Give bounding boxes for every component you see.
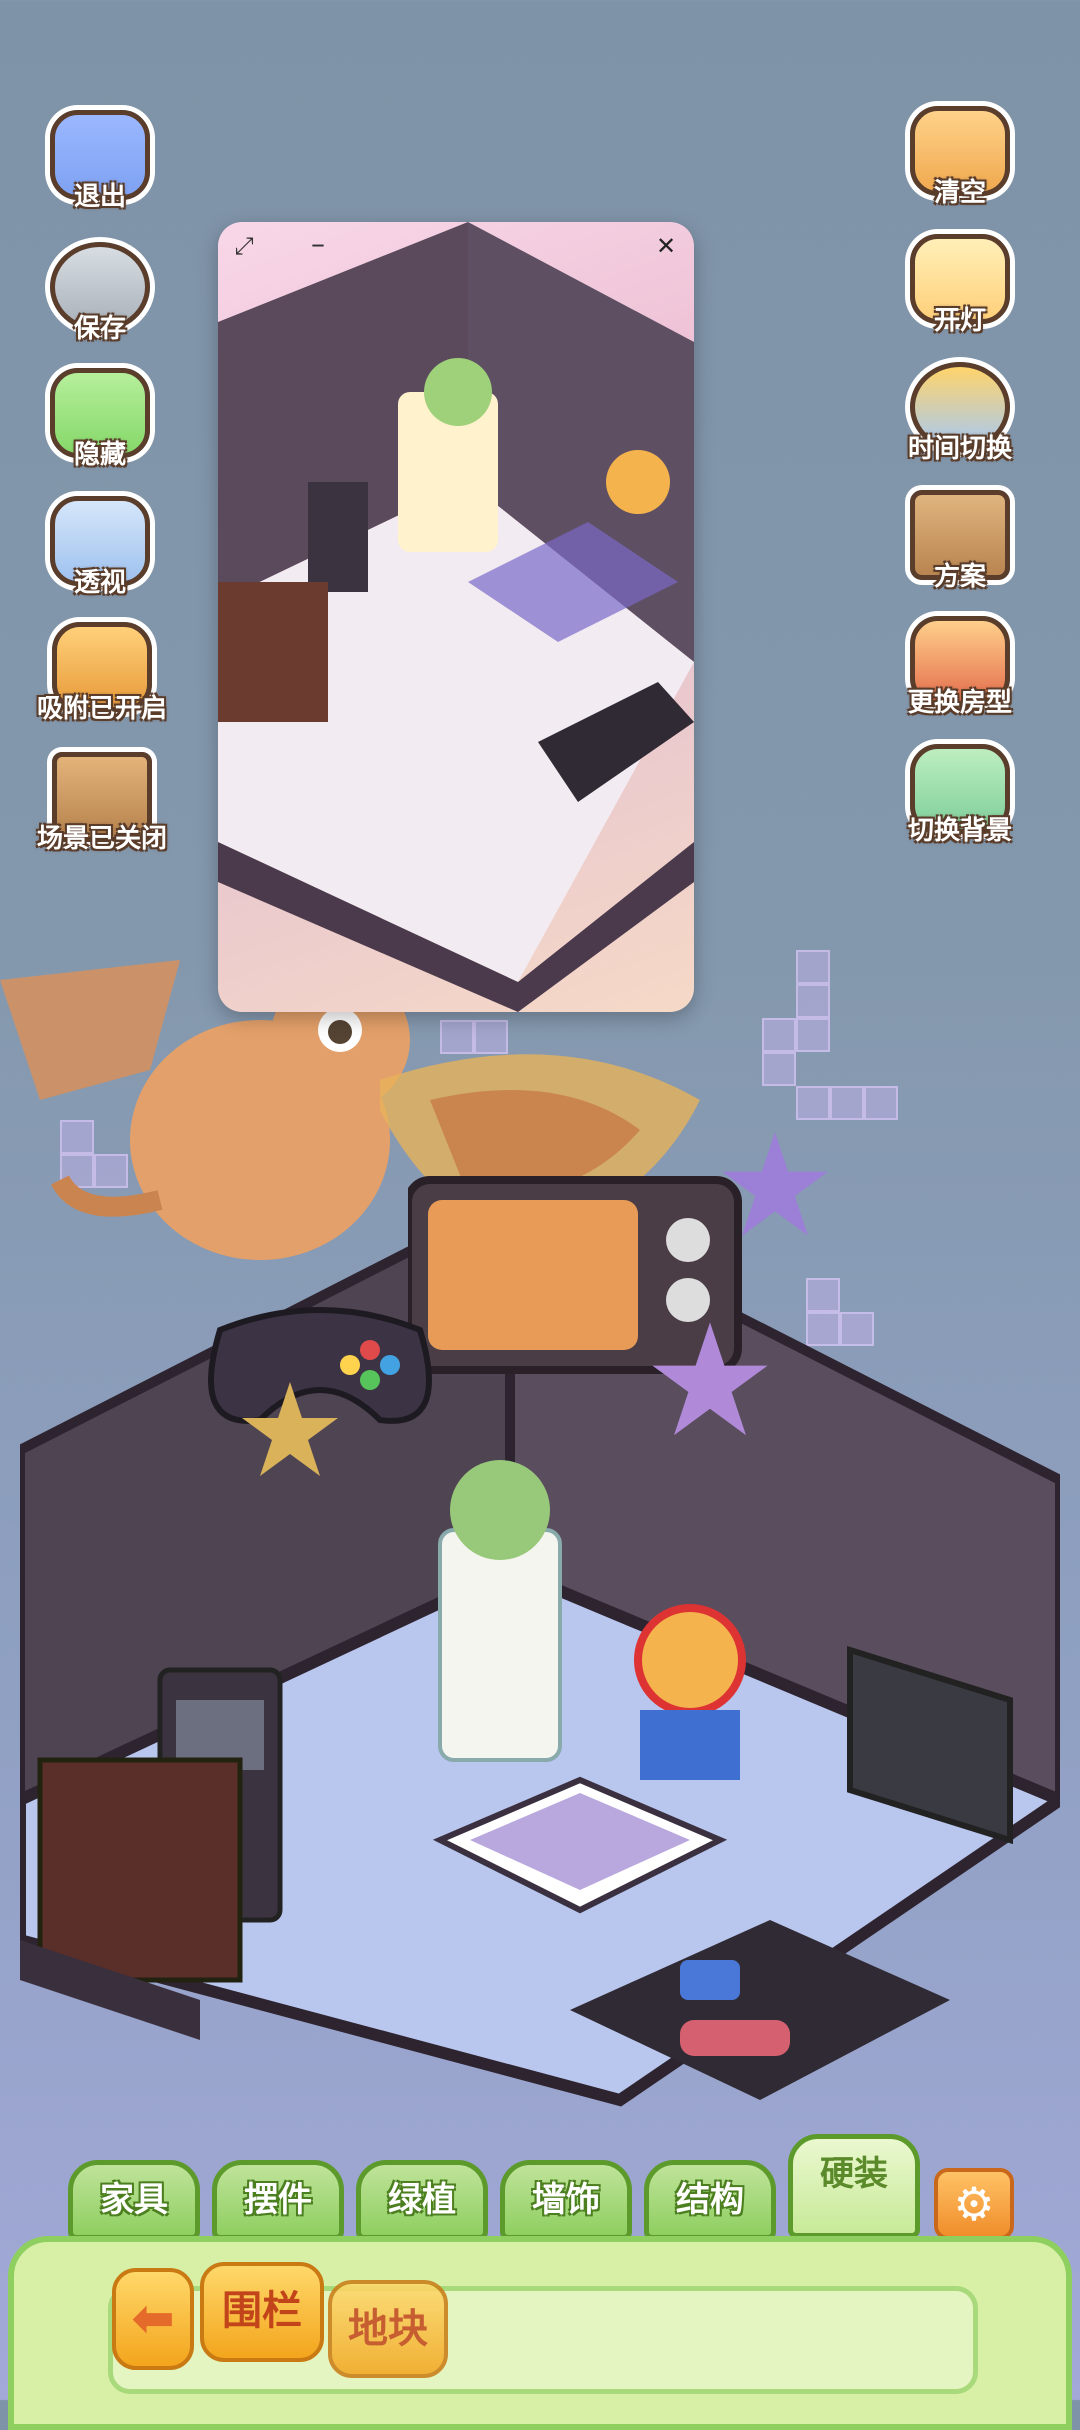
popup-minimize-icon[interactable]: – [304,230,332,258]
back-arrow-icon: ⬅ [131,2289,175,2349]
exit-button[interactable]: 退出 [40,110,160,230]
scene-label: 场景已关闭 [36,824,167,854]
save-button[interactable]: 保存 [40,242,160,362]
tab-ornaments[interactable]: 摆件 [212,2160,344,2240]
light-button[interactable]: 开灯 [900,234,1020,354]
popup-close-icon[interactable]: ✕ [652,232,680,260]
tetris-block [762,1018,796,1052]
room-preview-window[interactable]: ⤢ – ✕ [218,222,694,1012]
tetris-block [796,1018,830,1052]
save-label: 保存 [73,314,126,344]
fence-button[interactable]: 围栏 [200,2262,324,2362]
back-button[interactable]: ⬅ [112,2268,194,2370]
floor-tile-button[interactable]: 地块 [328,2280,448,2378]
tab-furniture[interactable]: 家具 [68,2160,200,2240]
star-decoration [722,1132,828,1236]
tab-structure[interactable]: 结构 [644,2160,776,2240]
time-switch-label: 时间切换 [907,434,1012,464]
popup-expand-icon[interactable]: ⤢ [230,232,258,260]
room-type-button[interactable]: 更换房型 [890,616,1030,736]
preview-room-illustration [218,222,694,1012]
tab-plants[interactable]: 绿植 [356,2160,488,2240]
snap-label: 吸附已开启 [36,694,167,724]
plan-label: 方案 [933,562,986,592]
clear-label: 清空 [933,178,986,208]
tetris-block [796,950,830,984]
perspective-label: 透视 [73,568,126,598]
hide-button[interactable]: 隐藏 [40,368,160,488]
scene-toggle-button[interactable]: 场景已关闭 [32,752,172,872]
hide-label: 隐藏 [73,440,126,470]
clear-button[interactable]: 清空 [900,106,1020,226]
star-decoration [652,1322,768,1436]
snap-toggle-button[interactable]: 吸附已开启 [32,622,172,742]
gear-icon: ⚙ [953,2177,995,2231]
star-decoration [242,1382,338,1476]
settings-button[interactable]: ⚙ [934,2168,1014,2240]
tetris-block [796,1086,830,1120]
perspective-button[interactable]: 透视 [40,496,160,616]
room-type-label: 更换房型 [907,688,1012,718]
tetris-block [830,1086,864,1120]
tab-wall-decor[interactable]: 墙饰 [500,2160,632,2240]
tetris-block [796,984,830,1018]
tab-hard-decoration[interactable]: 硬装 [788,2134,920,2238]
exit-label: 退出 [73,182,126,212]
plan-button[interactable]: 方案 [900,490,1020,610]
time-switch-button[interactable]: 时间切换 [890,362,1030,482]
background-switch-button[interactable]: 切换背景 [890,744,1030,864]
tetris-block [864,1086,898,1120]
tetris-block [762,1052,796,1086]
light-label: 开灯 [933,306,986,336]
background-switch-label: 切换背景 [907,816,1012,846]
